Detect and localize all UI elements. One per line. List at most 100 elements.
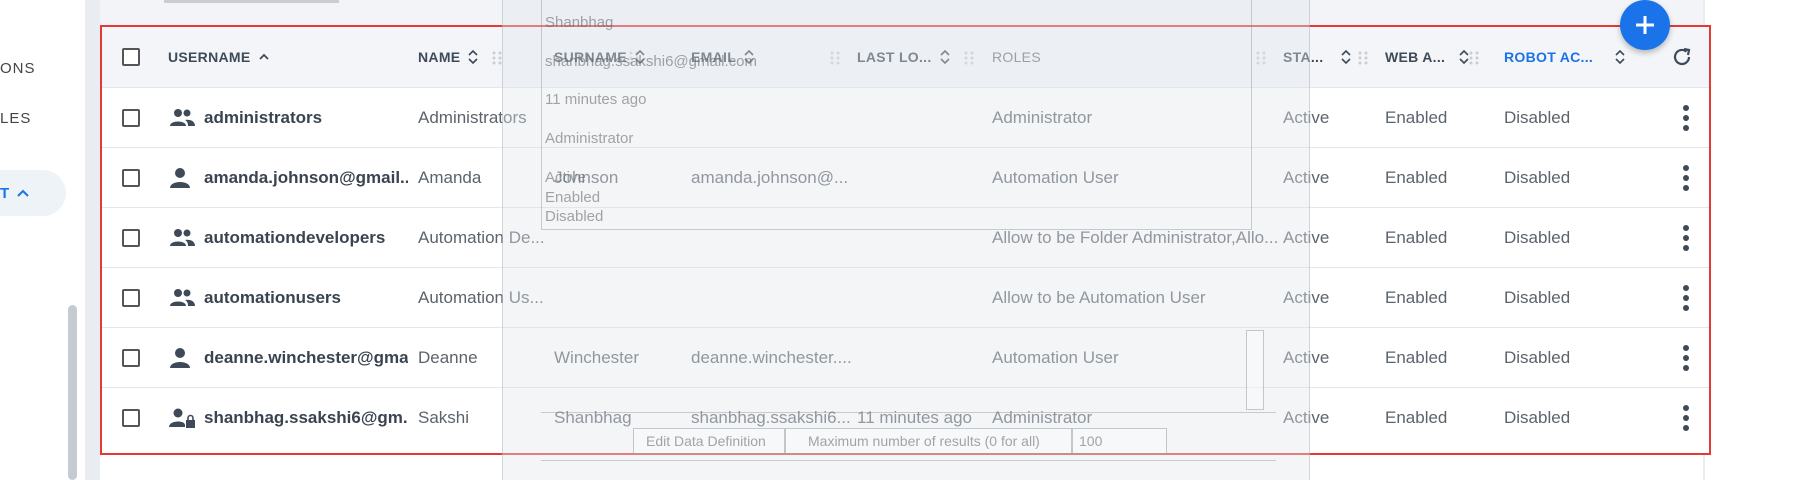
name-cell: Amanda bbox=[418, 168, 482, 187]
filter-input-underline[interactable] bbox=[164, 0, 339, 3]
surname-cell: Johnson bbox=[554, 168, 619, 187]
username-cell[interactable]: administrators bbox=[168, 88, 408, 148]
roles-cell: Administrator bbox=[992, 408, 1093, 427]
person-icon bbox=[168, 347, 196, 369]
table-row[interactable]: shanbhag.ssakshi6@gm... Sakshi Shanbhag sh… bbox=[102, 387, 1709, 447]
chevron-up-icon bbox=[17, 189, 29, 197]
column-header-robot-account[interactable]: ROBOT AC... bbox=[1504, 27, 1625, 87]
sort-ascending-icon bbox=[258, 53, 269, 60]
last-login-cell: 11 minutes ago bbox=[857, 408, 972, 427]
username-text: automationdevelopers bbox=[204, 228, 386, 247]
column-header-email[interactable]: EMAIL bbox=[691, 27, 754, 87]
row-checkbox[interactable] bbox=[122, 409, 140, 427]
web-access-cell: Enabled bbox=[1385, 408, 1448, 427]
column-header-status[interactable]: STA... bbox=[1283, 27, 1352, 87]
column-header-username[interactable]: USERNAME bbox=[168, 27, 269, 87]
column-resize-handle[interactable] bbox=[1469, 51, 1479, 65]
more-options-icon[interactable] bbox=[1682, 343, 1690, 373]
sort-icon bbox=[1459, 49, 1469, 65]
table-row[interactable]: amanda.johnson@gmail.... Amanda Johnson am… bbox=[102, 147, 1709, 207]
row-checkbox[interactable] bbox=[122, 169, 140, 187]
group-icon bbox=[168, 107, 196, 129]
surname-cell: Shanbhag bbox=[554, 408, 632, 427]
sidebar-item-active-label: T bbox=[0, 184, 10, 202]
row-checkbox[interactable] bbox=[122, 289, 140, 307]
table-row[interactable]: automationdevelopers Automation De... All… bbox=[102, 207, 1709, 267]
email-cell bbox=[691, 208, 851, 268]
roles-cell: Automation User bbox=[992, 168, 1119, 187]
column-header-surname[interactable]: SURNAME bbox=[554, 27, 645, 87]
web-access-cell: Enabled bbox=[1385, 288, 1448, 307]
users-table: USERNAME NAME SURNAME EMAIL LAST LO... R… bbox=[100, 25, 1711, 455]
username-text: deanne.winchester@gma... bbox=[204, 348, 408, 367]
row-checkbox[interactable] bbox=[122, 349, 140, 367]
sort-icon bbox=[1615, 49, 1625, 65]
email-cell bbox=[691, 88, 851, 148]
surname-cell bbox=[554, 208, 684, 268]
table-header: USERNAME NAME SURNAME EMAIL LAST LO... R… bbox=[102, 27, 1709, 87]
right-margin bbox=[1712, 0, 1813, 480]
column-header-name[interactable]: NAME bbox=[418, 27, 478, 87]
last-login-cell bbox=[857, 208, 987, 268]
roles-cell: Administrator bbox=[992, 108, 1093, 127]
username-cell[interactable]: automationdevelopers bbox=[168, 208, 408, 268]
robot-account-cell: Disabled bbox=[1504, 168, 1571, 187]
person-icon bbox=[168, 167, 196, 189]
row-checkbox[interactable] bbox=[122, 109, 140, 127]
column-resize-handle[interactable] bbox=[492, 51, 502, 65]
more-options-icon[interactable] bbox=[1682, 163, 1690, 193]
table-row[interactable]: deanne.winchester@gma... Deanne Wincheste… bbox=[102, 327, 1709, 387]
column-header-web-access[interactable]: WEB A... bbox=[1385, 27, 1469, 87]
person-lock-icon bbox=[168, 407, 196, 429]
more-options-icon[interactable] bbox=[1682, 283, 1690, 313]
sort-icon bbox=[468, 49, 478, 65]
last-login-cell bbox=[857, 268, 987, 328]
row-checkbox[interactable] bbox=[122, 229, 140, 247]
web-access-cell: Enabled bbox=[1385, 168, 1448, 187]
robot-account-cell: Disabled bbox=[1504, 408, 1571, 427]
username-text: automationusers bbox=[204, 288, 341, 307]
add-button[interactable] bbox=[1620, 0, 1670, 50]
web-access-cell: Enabled bbox=[1385, 348, 1448, 367]
username-cell[interactable]: automationusers bbox=[168, 268, 408, 328]
column-header-last-login[interactable]: LAST LO... bbox=[857, 27, 950, 87]
roles-cell: Allow to be Folder Administrator,Allo... bbox=[992, 228, 1277, 247]
column-resize-handle[interactable] bbox=[964, 51, 974, 65]
sort-icon bbox=[744, 49, 754, 65]
name-cell: Sakshi bbox=[418, 408, 470, 427]
username-cell[interactable]: amanda.johnson@gmail.... bbox=[168, 148, 408, 208]
robot-account-cell: Disabled bbox=[1504, 348, 1571, 367]
roles-cell: Allow to be Automation User bbox=[992, 288, 1206, 307]
more-options-icon[interactable] bbox=[1682, 103, 1690, 133]
username-cell[interactable]: deanne.winchester@gma... bbox=[168, 328, 408, 388]
more-options-icon[interactable] bbox=[1682, 403, 1690, 433]
sidebar-scrollbar[interactable] bbox=[68, 305, 77, 480]
email-cell: amanda.johnson@... bbox=[691, 168, 849, 187]
name-cell: Administrators bbox=[418, 108, 527, 127]
column-resize-handle[interactable] bbox=[1256, 51, 1266, 65]
sort-icon bbox=[1341, 49, 1352, 65]
refresh-icon[interactable] bbox=[1670, 45, 1694, 69]
column-resize-handle[interactable] bbox=[1358, 51, 1368, 65]
web-access-cell: Enabled bbox=[1385, 108, 1448, 127]
username-text: shanbhag.ssakshi6@gm... bbox=[204, 408, 408, 427]
roles-cell: Automation User bbox=[992, 348, 1119, 367]
robot-account-cell: Disabled bbox=[1504, 228, 1571, 247]
table-row[interactable]: administrators Administrators Administrat… bbox=[102, 87, 1709, 147]
name-cell: Deanne bbox=[418, 348, 478, 367]
group-icon bbox=[168, 227, 196, 249]
sidebar-item-ons[interactable]: ONS bbox=[0, 60, 36, 77]
select-all-checkbox[interactable] bbox=[122, 48, 140, 66]
sidebar-item-les[interactable]: LES bbox=[0, 110, 31, 127]
email-cell: shanbhag.ssakshi6... bbox=[691, 408, 851, 427]
more-options-icon[interactable] bbox=[1682, 223, 1690, 253]
column-header-roles[interactable]: ROLES bbox=[992, 27, 1041, 87]
sidebar-item-active[interactable]: T bbox=[0, 170, 66, 216]
email-cell: deanne.winchester.... bbox=[691, 348, 851, 367]
table-row[interactable]: automationusers Automation Us... Allow to… bbox=[102, 267, 1709, 327]
username-cell[interactable]: shanbhag.ssakshi6@gm... bbox=[168, 388, 408, 448]
column-resize-handle[interactable] bbox=[830, 51, 840, 65]
name-cell: Automation De... bbox=[418, 228, 545, 247]
surname-cell: Winchester bbox=[554, 348, 640, 367]
plus-icon bbox=[1636, 16, 1654, 34]
